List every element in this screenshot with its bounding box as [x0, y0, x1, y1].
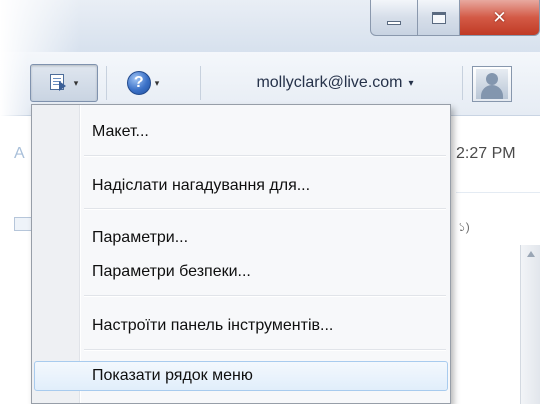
menu-separator	[84, 349, 446, 351]
background-text: ১)	[458, 220, 470, 234]
message-time: 2:27 PM	[456, 145, 516, 162]
menu-item-label: Показати рядок меню	[92, 367, 253, 384]
scrollbar[interactable]	[520, 245, 540, 404]
menu-separator	[84, 295, 446, 297]
close-button[interactable]: ✕	[460, 0, 540, 36]
user-avatar-icon	[476, 69, 508, 99]
menu-item-label: Настроїти панель інструментів...	[92, 317, 334, 334]
menu-item-show-menu-bar[interactable]: Показати рядок меню	[34, 361, 448, 391]
menu-item-layout[interactable]: Макет...	[34, 117, 448, 147]
chevron-down-icon: ▾	[73, 77, 79, 88]
toolbar-divider	[106, 66, 107, 100]
menu-item-send-reminder[interactable]: Надіслати нагадування для...	[34, 171, 448, 201]
chevron-down-icon: ▾	[408, 77, 414, 89]
help-button[interactable]: ? ▾	[118, 64, 168, 102]
toolbar-fade	[0, 52, 28, 116]
layout-icon	[49, 74, 70, 92]
minimize-icon	[387, 20, 401, 25]
help-icon: ?	[126, 71, 151, 95]
window-controls: ✕	[370, 0, 540, 40]
minimize-button[interactable]	[370, 0, 418, 36]
close-icon: ✕	[492, 7, 507, 27]
toolbar-divider	[462, 66, 463, 100]
menu-icon-gutter	[32, 105, 81, 403]
menu-item-options[interactable]: Параметри...	[34, 223, 448, 253]
user-avatar-button[interactable]	[472, 66, 512, 102]
menu-item-label: Параметри...	[92, 229, 189, 246]
scroll-up-icon	[527, 251, 535, 257]
maximize-icon	[431, 11, 446, 24]
title-bar: ✕	[0, 0, 540, 52]
background-text: A	[14, 145, 25, 162]
menu-item-security-options[interactable]: Параметри безпеки...	[34, 257, 448, 287]
menu-item-label: Надіслати нагадування для...	[92, 177, 311, 194]
menu-item-customize-toolbar[interactable]: Настроїти панель інструментів...	[34, 311, 448, 341]
account-email: mollyclark@live.com	[256, 74, 403, 91]
menu-separator	[84, 208, 446, 210]
view-options-menu: Макет... Надіслати нагадування для... Па…	[31, 104, 451, 404]
message-row-divider	[456, 177, 540, 193]
view-options-button[interactable]: ▾	[30, 64, 98, 102]
menu-item-label: Макет...	[92, 123, 149, 140]
chevron-down-icon: ▾	[154, 77, 160, 88]
maximize-button[interactable]	[418, 0, 460, 36]
title-bar-fade	[0, 0, 80, 52]
menu-separator	[84, 155, 446, 157]
document-icon	[14, 217, 32, 231]
toolbar-divider	[200, 66, 201, 100]
menu-item-label: Параметри безпеки...	[92, 263, 251, 280]
account-menu-button[interactable]: mollyclark@live.com ▾	[215, 64, 455, 102]
